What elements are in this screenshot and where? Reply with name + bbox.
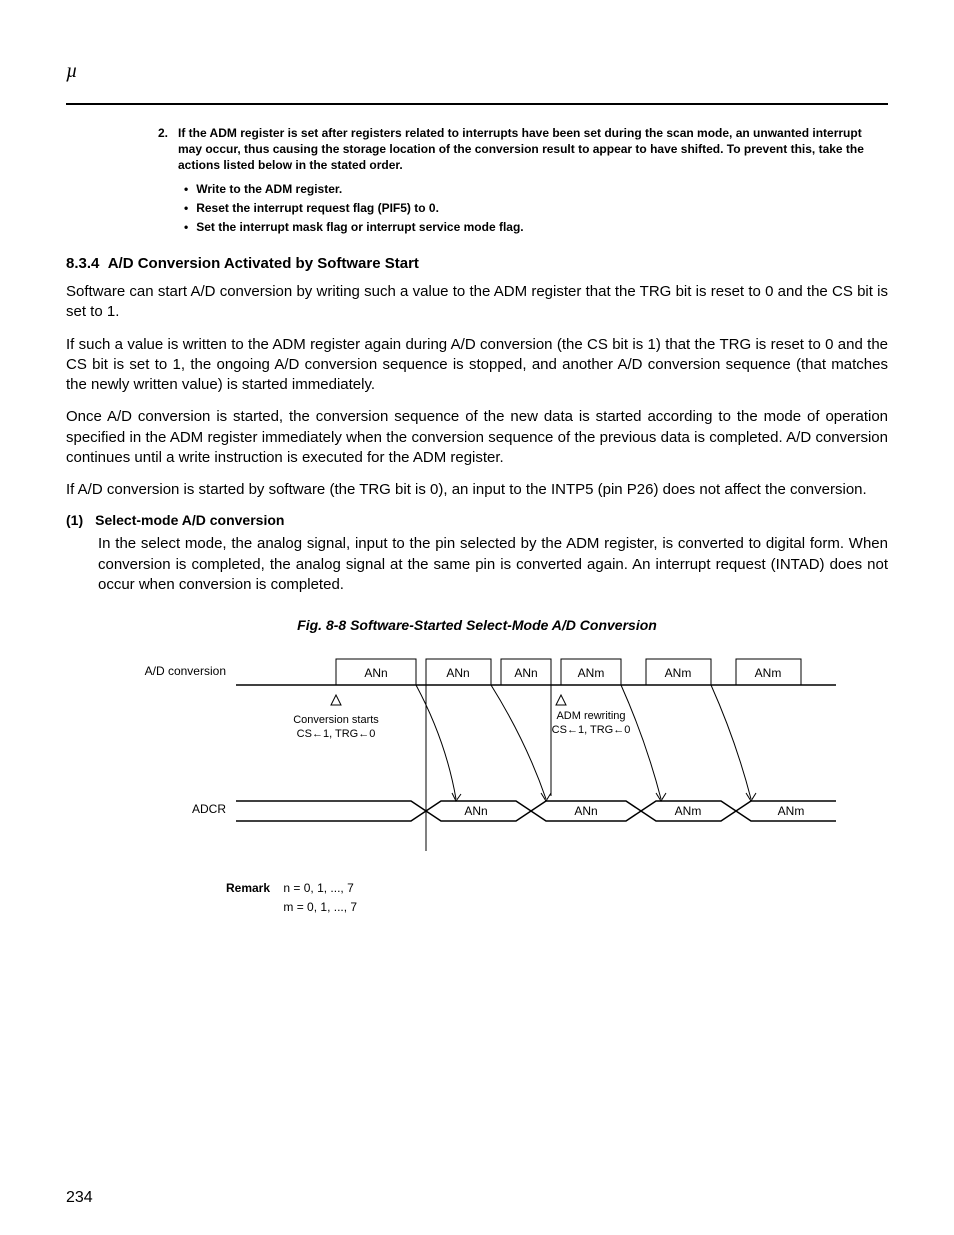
triangle-icon: [331, 695, 566, 705]
figure-caption: Fig. 8-8 Software-Started Select-Mode A/…: [66, 617, 888, 633]
diagram-adcr-lane: [236, 801, 836, 821]
diagram-top-row: ANn ANn ANn ANm ANm ANm: [336, 659, 801, 685]
paragraph: If A/D conversion is started by software…: [66, 480, 888, 500]
section-title: A/D Conversion Activated by Software Sta…: [108, 255, 419, 272]
timing-diagram: A/D conversion ADCR ANn ANn ANn ANm ANm …: [116, 651, 846, 871]
remark-line2: m = 0, 1, ..., 7: [283, 900, 357, 914]
bullet-dot: •: [184, 218, 188, 237]
diagram-row1-label: A/D conversion: [145, 664, 226, 678]
remark-line1: n = 0, 1, ..., 7: [283, 881, 353, 895]
diagram-dividers: [426, 685, 551, 851]
diagram-cell: ANm: [578, 666, 605, 680]
bullet-dot: •: [184, 199, 188, 218]
note-text: If the ADM register is set after registe…: [178, 125, 888, 174]
diagram-arrows: [416, 685, 756, 801]
diagram-cell: ANn: [514, 666, 537, 680]
note-number: 2.: [150, 125, 168, 174]
diagram-cell: ANn: [574, 804, 597, 818]
subsection-title: Select-mode A/D conversion: [95, 512, 284, 528]
diagram-note: CS←1, TRG←0: [552, 724, 631, 736]
diagram-note: Conversion starts: [293, 714, 379, 726]
paragraph: Once A/D conversion is started, the conv…: [66, 407, 888, 468]
diagram-cell: ANn: [446, 666, 469, 680]
diagram-cell: ANm: [755, 666, 782, 680]
note-block: 2. If the ADM register is set after regi…: [150, 125, 888, 174]
figure-remark: Remark n = 0, 1, ..., 7 Remark m = 0, 1,…: [226, 879, 888, 917]
paragraph: Software can start A/D conversion by wri…: [66, 282, 888, 323]
note-bullets: • Write to the ADM register. • Reset the i…: [184, 180, 888, 238]
subsection-body: In the select mode, the analog signal, i…: [98, 534, 888, 595]
bullet-dot: •: [184, 180, 188, 199]
diagram-note: CS←1, TRG←0: [297, 728, 376, 740]
bullet-text: Write to the ADM register.: [196, 180, 342, 199]
header-rule: [66, 103, 888, 105]
diagram-cell: ANm: [778, 804, 805, 818]
remark-label: Remark: [226, 881, 280, 895]
bullet-text: Set the interrupt mask flag or interrupt…: [196, 218, 523, 237]
subsection-heading: (1) Select-mode A/D conversion: [66, 512, 888, 528]
bullet-text: Reset the interrupt request flag (PIF5) …: [196, 199, 439, 218]
section-heading: 8.3.4 A/D Conversion Activated by Softwa…: [66, 255, 888, 272]
page: µ 2. If the ADM register is set after re…: [0, 0, 954, 1235]
diagram-note: ADM rewriting: [556, 710, 625, 722]
diagram-row2-label: ADCR: [192, 802, 226, 816]
subsection-number: (1): [66, 512, 83, 528]
page-number: 234: [66, 1189, 93, 1207]
header-mu: µ: [66, 60, 888, 83]
diagram-cell: ANn: [464, 804, 487, 818]
diagram-cell: ANm: [665, 666, 692, 680]
paragraph: If such a value is written to the ADM re…: [66, 335, 888, 396]
diagram-cell: ANm: [675, 804, 702, 818]
section-number: 8.3.4: [66, 255, 99, 272]
diagram-cell: ANn: [364, 666, 387, 680]
